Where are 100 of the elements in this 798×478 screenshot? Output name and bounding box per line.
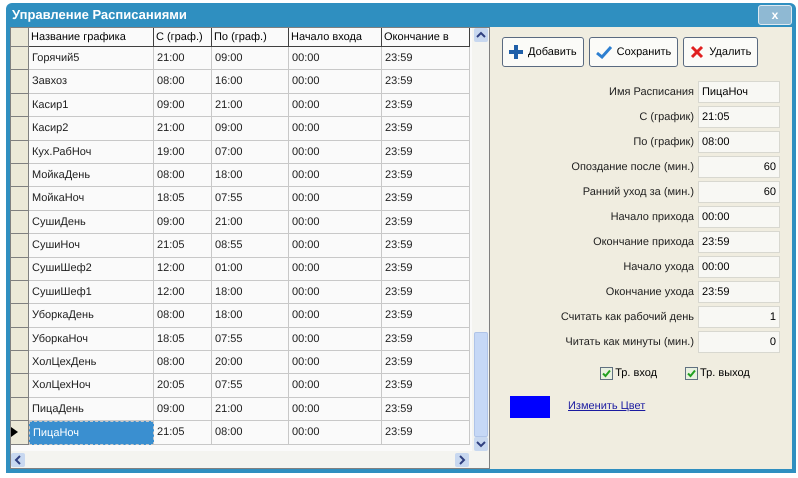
checkbox[interactable]: Тр. выход <box>685 365 750 382</box>
table-cell: 00:00 <box>289 398 382 422</box>
table-cell: 00:00 <box>289 94 382 118</box>
table-cell: 00:00 <box>289 328 382 352</box>
table-cell: ХолЦехНоч <box>29 374 154 398</box>
header-corner[interactable] <box>11 28 29 47</box>
table-cell: 09:00 <box>154 210 212 234</box>
table-cell: Касир1 <box>29 94 154 118</box>
toolbar-button[interactable]: Удалить <box>683 37 758 67</box>
table-cell: 00:00 <box>289 421 382 445</box>
table-cell: 01:00 <box>212 258 289 281</box>
table-cell: 09:00 <box>212 47 289 70</box>
table-cell: ПицаНоч <box>29 421 154 445</box>
table-cell: 00:00 <box>289 210 382 234</box>
table-cell: Горячий5 <box>29 47 154 70</box>
change-color-link[interactable]: Изменить Цвет <box>568 398 646 415</box>
table-cell: 23:59 <box>382 210 470 234</box>
table-cell: 00:00 <box>289 140 382 164</box>
table-cell: 08:00 <box>154 351 212 374</box>
input-field[interactable]: ПицаНоч <box>698 81 780 103</box>
table-cell: 00:00 <box>289 117 382 141</box>
table-cell: 07:55 <box>212 374 289 398</box>
table-cell: СушиДень <box>29 210 154 234</box>
table-cell: 23:59 <box>382 374 470 398</box>
table-cell: 21:05 <box>154 421 212 445</box>
table-cell: 08:00 <box>154 70 212 94</box>
table-cell: 08:55 <box>212 234 289 258</box>
table-cell: 23:59 <box>382 280 470 304</box>
table-cell: 23:59 <box>382 304 470 328</box>
input-field[interactable]: 23:59 <box>698 281 780 303</box>
table-cell: 21:00 <box>212 94 289 118</box>
table-cell: 00:00 <box>289 304 382 328</box>
table-cell: 18:05 <box>154 328 212 352</box>
input-field[interactable]: 21:05 <box>698 106 780 128</box>
table-cell: МойкаДень <box>29 164 154 188</box>
table-cell: 19:00 <box>154 140 212 164</box>
scroll-thumb[interactable] <box>474 332 488 437</box>
input-field[interactable]: 0 <box>698 331 780 353</box>
toolbar-button[interactable]: Добавить <box>502 37 584 67</box>
column-header[interactable]: Название графика <box>29 28 154 47</box>
row-header[interactable] <box>11 421 29 445</box>
table-cell: 23:59 <box>382 117 470 141</box>
input-field[interactable]: 23:59 <box>698 231 780 253</box>
table-cell: 21:00 <box>154 117 212 141</box>
table-cell: 00:00 <box>289 187 382 211</box>
window-title: Управление Расписаниями <box>11 6 187 24</box>
table-cell: 21:00 <box>154 47 212 70</box>
table-cell: 09:00 <box>154 94 212 118</box>
column-header[interactable]: Начало входа <box>289 28 382 47</box>
table-cell: 07:55 <box>212 187 289 211</box>
table-cell: СушиШеф2 <box>29 258 154 281</box>
field-label: Читать как минуты (мин.) <box>565 334 694 350</box>
check-icon <box>596 45 612 59</box>
table-cell: СушиНоч <box>29 234 154 258</box>
scroll-left-icon[interactable] <box>11 452 25 466</box>
horizontal-scrollbar[interactable] <box>11 451 489 468</box>
input-field[interactable]: 60 <box>698 181 780 203</box>
column-header[interactable]: С (граф.) <box>154 28 212 47</box>
field-label: Ранний уход за (мин.) <box>582 184 694 200</box>
input-field[interactable]: 1 <box>698 306 780 328</box>
table-cell: 21:00 <box>212 398 289 422</box>
checkbox[interactable]: Тр. вход <box>600 365 658 382</box>
table-cell: 23:59 <box>382 47 470 70</box>
plus-icon <box>509 45 523 59</box>
column-header[interactable]: По (граф.) <box>212 28 289 47</box>
field-label: По (график) <box>633 134 694 150</box>
table-cell: 08:00 <box>154 164 212 188</box>
input-field[interactable]: 00:00 <box>698 256 780 278</box>
table-cell: 23:59 <box>382 164 470 188</box>
field-label: Окончание прихода <box>593 234 694 250</box>
table-cell: 20:00 <box>212 351 289 374</box>
input-field[interactable]: 08:00 <box>698 131 780 153</box>
table-cell: Касир2 <box>29 117 154 141</box>
scroll-right-icon[interactable] <box>455 452 469 466</box>
table-cell: 00:00 <box>289 280 382 304</box>
field-label: Опоздание после (мин.) <box>571 160 694 175</box>
table-cell: 23:59 <box>382 258 470 281</box>
table-cell: 00:00 <box>289 70 382 94</box>
table-cell: 00:00 <box>289 47 382 70</box>
scroll-down-icon[interactable] <box>474 437 488 451</box>
table-cell: 00:00 <box>289 234 382 258</box>
table-cell: 23:59 <box>382 94 470 118</box>
table-cell: 12:00 <box>154 280 212 304</box>
table-cell: 23:59 <box>382 421 470 445</box>
table-cell: 23:59 <box>382 140 470 164</box>
toolbar-button[interactable]: Сохранить <box>588 37 678 67</box>
table-cell: 23:59 <box>382 351 470 374</box>
table-cell: 23:59 <box>382 187 470 211</box>
scroll-up-icon[interactable] <box>474 28 488 42</box>
field-label: Считать как рабочий день <box>560 310 694 325</box>
input-field[interactable]: 00:00 <box>698 206 780 228</box>
column-header[interactable]: Окончание в <box>382 28 470 47</box>
table-cell: 23:59 <box>382 234 470 258</box>
table-cell: СушиШеф1 <box>29 280 154 304</box>
table-cell: МойкаНоч <box>29 187 154 211</box>
vertical-scrollbar[interactable] <box>472 28 489 451</box>
table-cell: 20:05 <box>154 374 212 398</box>
table-cell: 09:00 <box>154 398 212 422</box>
table-cell: 21:05 <box>154 234 212 258</box>
input-field[interactable]: 60 <box>698 156 780 178</box>
